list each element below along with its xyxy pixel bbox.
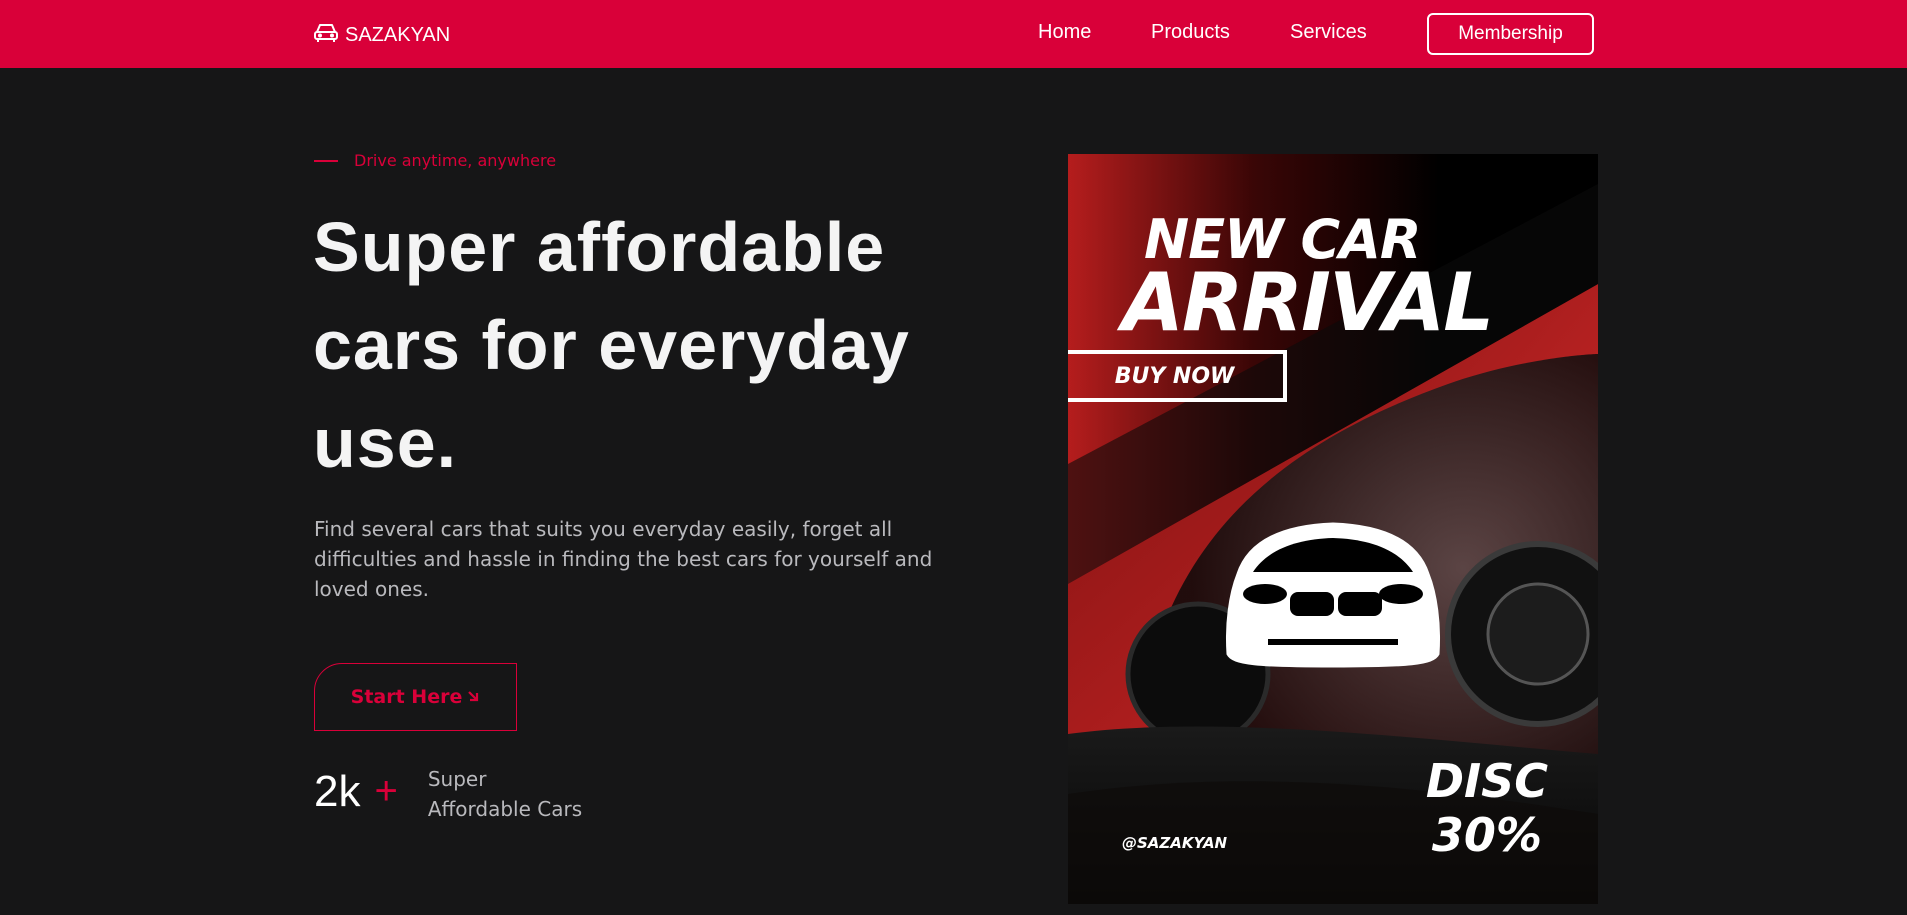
top-navbar: SAZAKYAN Home Products Services Membersh… <box>0 0 1907 68</box>
headline-line-3: use. <box>313 404 458 482</box>
start-here-button[interactable]: Start Here <box>314 663 517 731</box>
stat-affordable-cars: 2k + Super Affordable Cars <box>314 764 582 824</box>
poster-discount: DISC 30% <box>1426 754 1548 862</box>
promo-poster[interactable]: NEW CAR ARRIVAL BUY NOW DISC 30% @SAZAKY… <box>1068 154 1598 904</box>
arrow-down-right-icon <box>466 686 480 708</box>
poster-disc-line-2: 30% <box>1431 808 1542 862</box>
membership-button[interactable]: Membership <box>1427 13 1594 55</box>
hero-description: Find several cars that suits you everyda… <box>314 517 933 601</box>
start-here-label: Start Here <box>350 686 463 708</box>
nav-link-products[interactable]: Products <box>1151 21 1230 44</box>
hero-headline: Super affordable cars for everyday use. <box>313 198 953 492</box>
nav-link-services[interactable]: Services <box>1290 21 1367 44</box>
brand-logo[interactable]: SAZAKYAN <box>313 20 450 50</box>
stat-plus: + <box>374 769 398 813</box>
tagline-text: Drive anytime, anywhere <box>354 151 557 170</box>
stat-value: 2k <box>314 767 361 816</box>
stat-label-line-2: Affordable Cars <box>427 797 583 821</box>
tagline-divider <box>314 159 338 162</box>
nav-link-home[interactable]: Home <box>1038 21 1091 44</box>
stat-label: Super Affordable Cars <box>428 764 582 824</box>
headline-line-2: cars for everyday <box>313 306 910 384</box>
poster-handle: @SAZAKYAN <box>1122 834 1228 852</box>
stat-label-line-1: Super <box>427 767 487 791</box>
hero-tagline: Drive anytime, anywhere <box>314 151 556 170</box>
brand-name: SAZAKYAN <box>345 23 451 46</box>
poster-disc-line-1: DISC <box>1425 754 1548 808</box>
car-icon <box>313 20 339 50</box>
headline-line-1: Super affordable <box>313 208 886 286</box>
poster-title-line-2: ARRIVAL <box>1122 256 1494 349</box>
poster-buy-now-button[interactable]: BUY NOW <box>1068 350 1287 402</box>
